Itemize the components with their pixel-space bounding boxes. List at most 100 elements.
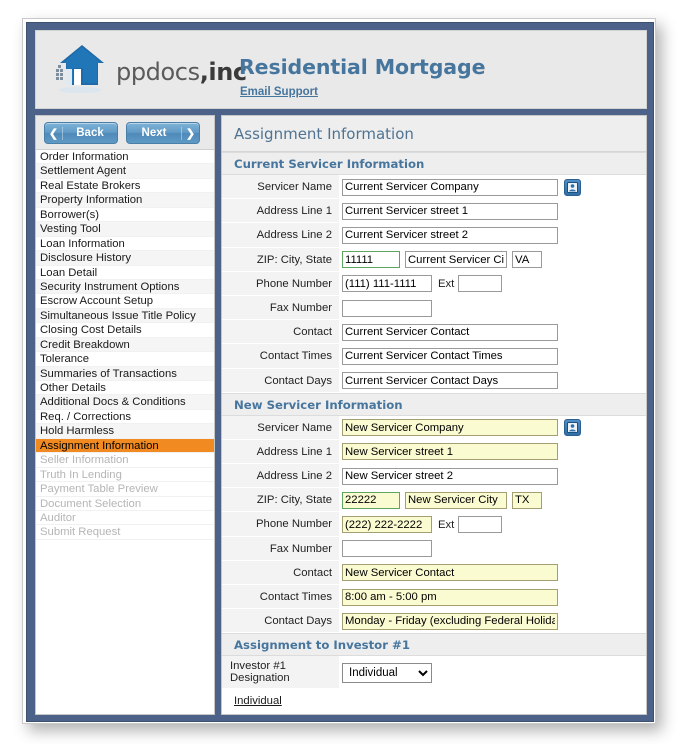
new-city-input[interactable] bbox=[405, 491, 507, 509]
house-n-logo-icon bbox=[50, 39, 112, 99]
sidebar-item-other-details[interactable]: Other Details bbox=[36, 381, 214, 396]
new-phone-input[interactable] bbox=[342, 516, 432, 534]
sidebar-nav-buttons: ❮ Back Next ❯ bbox=[36, 116, 214, 150]
sidebar-item-closing-cost-details[interactable]: Closing Cost Details bbox=[36, 323, 214, 338]
new-address1-input[interactable] bbox=[342, 443, 558, 461]
sidebar-item-security-instrument-options[interactable]: Security Instrument Options bbox=[36, 279, 214, 295]
next-button-label: Next bbox=[141, 127, 167, 139]
new-ext-input[interactable] bbox=[458, 516, 503, 534]
current-ext-input[interactable] bbox=[458, 275, 503, 293]
label-investor-designation: Investor #1 Designation bbox=[222, 656, 339, 690]
label-investor-designation-line1: Investor #1 bbox=[230, 659, 286, 672]
label-new-servicer-name: Servicer Name bbox=[222, 415, 339, 440]
sidebar-item-auditor: Auditor bbox=[36, 511, 214, 526]
current-address2-input[interactable] bbox=[342, 226, 558, 244]
sidebar-item-tolerance[interactable]: Tolerance bbox=[36, 352, 214, 367]
field-row-new-zip-city-state: ZIP: City, State bbox=[222, 488, 646, 513]
field-row-current-contact-days: Contact Days bbox=[222, 368, 646, 393]
current-fax-input[interactable] bbox=[342, 299, 432, 317]
field-row-new-fax: Fax Number bbox=[222, 536, 646, 561]
field-row-new-contact-times: Contact Times bbox=[222, 585, 646, 610]
new-contact-input[interactable] bbox=[342, 564, 558, 582]
individual-link[interactable]: Individual bbox=[222, 689, 282, 707]
app-frame: ppdocs,inc Residential Mortgage Email Su… bbox=[26, 22, 654, 722]
new-address2-input[interactable] bbox=[342, 467, 558, 485]
current-address1-input[interactable] bbox=[342, 202, 558, 220]
current-contact-times-input[interactable] bbox=[342, 347, 558, 365]
main-content: Assignment Information Current Servicer … bbox=[221, 115, 647, 715]
sidebar-item-credit-breakdown[interactable]: Credit Breakdown bbox=[36, 337, 214, 353]
new-fax-input[interactable] bbox=[342, 540, 432, 558]
label-current-contact-days: Contact Days bbox=[222, 368, 339, 393]
sidebar-item-submit-request: Submit Request bbox=[36, 525, 214, 540]
sidebar-item-simultaneous-issue-title-policy[interactable]: Simultaneous Issue Title Policy bbox=[36, 308, 214, 324]
label-new-phone: Phone Number bbox=[222, 512, 339, 537]
field-row-new-contact-days: Contact Days bbox=[222, 609, 646, 634]
label-current-address2: Address Line 2 bbox=[222, 223, 339, 248]
sidebar-item-additional-docs-conditions[interactable]: Additional Docs & Conditions bbox=[36, 395, 214, 410]
sidebar-item-document-selection: Document Selection bbox=[36, 497, 214, 511]
sidebar-item-order-information[interactable]: Order Information bbox=[36, 150, 214, 165]
label-current-contact: Contact bbox=[222, 320, 339, 345]
sidebar-item-assignment-information[interactable]: Assignment Information bbox=[36, 438, 214, 454]
label-new-fax: Fax Number bbox=[222, 536, 339, 561]
current-servicer-name-input[interactable] bbox=[342, 178, 558, 196]
current-city-input[interactable] bbox=[405, 251, 507, 269]
sidebar-item-escrow-account-setup[interactable]: Escrow Account Setup bbox=[36, 294, 214, 309]
field-row-current-servicer-name: Servicer Name bbox=[222, 175, 646, 200]
chevron-right-icon: ❯ bbox=[181, 126, 199, 140]
label-current-ext: Ext bbox=[438, 277, 455, 290]
sidebar-item-hold-harmless[interactable]: Hold Harmless bbox=[36, 424, 214, 439]
address-book-icon[interactable] bbox=[564, 178, 581, 196]
application-window: ppdocs,inc Residential Mortgage Email Su… bbox=[22, 18, 656, 724]
label-new-address2: Address Line 2 bbox=[222, 464, 339, 489]
sidebar-item-property-information[interactable]: Property Information bbox=[36, 193, 214, 208]
sidebar-item-borrower-s[interactable]: Borrower(s) bbox=[36, 208, 214, 223]
label-new-contact: Contact bbox=[222, 560, 339, 585]
back-button[interactable]: ❮ Back bbox=[44, 122, 118, 144]
back-button-label: Back bbox=[76, 127, 104, 139]
email-support-link[interactable]: Email Support bbox=[240, 86, 318, 98]
sidebar-item-loan-detail[interactable]: Loan Detail bbox=[36, 266, 214, 280]
label-current-contact-times: Contact Times bbox=[222, 344, 339, 369]
label-new-ext: Ext bbox=[438, 518, 455, 531]
sidebar-item-req-corrections[interactable]: Req. / Corrections bbox=[36, 410, 214, 425]
sidebar-item-payment-table-preview: Payment Table Preview bbox=[36, 482, 214, 497]
field-row-new-servicer-name: Servicer Name bbox=[222, 415, 646, 440]
new-contact-times-input[interactable] bbox=[342, 588, 558, 606]
sidebar: ❮ Back Next ❯ Order Information Settlemen… bbox=[35, 115, 215, 715]
sidebar-item-real-estate-brokers[interactable]: Real Estate Brokers bbox=[36, 179, 214, 194]
sidebar-item-truth-in-lending: Truth In Lending bbox=[36, 468, 214, 483]
current-zip-input[interactable] bbox=[342, 251, 400, 269]
label-new-zip-city-state: ZIP: City, State bbox=[222, 488, 339, 513]
new-zip-input[interactable] bbox=[342, 491, 400, 509]
chevron-left-icon: ❮ bbox=[45, 126, 63, 140]
current-phone-input[interactable] bbox=[342, 275, 432, 293]
label-current-fax: Fax Number bbox=[222, 295, 339, 321]
address-book-icon[interactable] bbox=[564, 419, 581, 437]
brand-header: ppdocs,inc Residential Mortgage Email Su… bbox=[35, 30, 647, 109]
current-contact-days-input[interactable] bbox=[342, 372, 558, 390]
investor-designation-select[interactable]: Individual bbox=[342, 662, 432, 683]
field-row-new-address1: Address Line 1 bbox=[222, 439, 646, 465]
sidebar-item-loan-information[interactable]: Loan Information bbox=[36, 237, 214, 252]
sidebar-item-vesting-tool[interactable]: Vesting Tool bbox=[36, 222, 214, 237]
label-new-address1: Address Line 1 bbox=[222, 439, 339, 465]
sidebar-item-settlement-agent[interactable]: Settlement Agent bbox=[36, 164, 214, 179]
section-header-investor: Assignment to Investor #1 bbox=[222, 633, 646, 657]
sidebar-item-seller-information: Seller Information bbox=[36, 453, 214, 468]
current-state-input[interactable] bbox=[512, 251, 542, 269]
screenshot-root: ppdocs,inc Residential Mortgage Email Su… bbox=[0, 0, 683, 744]
field-row-current-address1: Address Line 1 bbox=[222, 199, 646, 224]
product-title: Residential Mortgage bbox=[239, 55, 486, 79]
label-current-servicer-name: Servicer Name bbox=[222, 175, 339, 200]
brand-wordmark: ppdocs,inc bbox=[116, 58, 247, 86]
new-state-input[interactable] bbox=[512, 491, 542, 509]
current-contact-input[interactable] bbox=[342, 323, 558, 341]
sidebar-item-disclosure-history[interactable]: Disclosure History bbox=[36, 251, 214, 266]
field-row-current-contact-times: Contact Times bbox=[222, 344, 646, 369]
sidebar-item-summaries-of-transactions[interactable]: Summaries of Transactions bbox=[36, 366, 214, 381]
new-contact-days-input[interactable] bbox=[342, 612, 558, 630]
new-servicer-name-input[interactable] bbox=[342, 419, 558, 437]
next-button[interactable]: Next ❯ bbox=[126, 122, 200, 144]
